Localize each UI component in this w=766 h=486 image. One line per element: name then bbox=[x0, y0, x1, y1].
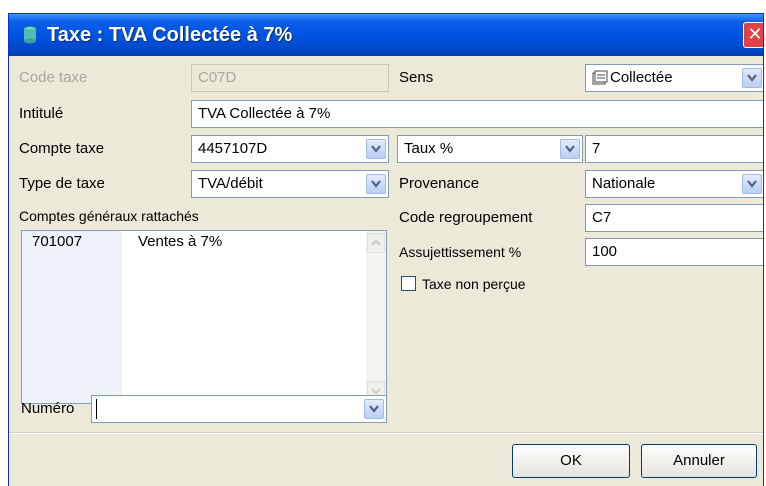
comptes-list[interactable]: 701007 Ventes à 7% bbox=[21, 230, 387, 404]
type-taxe-value: TVA/débit bbox=[198, 175, 263, 192]
provenance-label: Provenance bbox=[399, 175, 480, 192]
intitule-field[interactable]: TVA Collectée à 7% bbox=[191, 100, 763, 128]
intitule-label: Intitulé bbox=[19, 105, 64, 122]
code-taxe-label: Code taxe bbox=[19, 69, 88, 86]
numero-select[interactable] bbox=[91, 395, 387, 423]
assujettissement-field[interactable]: 100 bbox=[585, 238, 763, 266]
taux-select[interactable]: Taux % bbox=[397, 135, 583, 163]
intitule-value: TVA Collectée à 7% bbox=[198, 105, 331, 122]
taux-label: Taux % bbox=[404, 140, 454, 157]
compte-taxe-value: 4457107D bbox=[198, 140, 268, 157]
title-bar[interactable]: Taxe : TVA Collectée à 7% ✕ bbox=[9, 14, 763, 56]
taux-field[interactable]: 7 bbox=[585, 135, 763, 163]
taxe-non-percue-label: Taxe non perçue bbox=[422, 276, 526, 292]
taux-value: 7 bbox=[592, 140, 601, 157]
type-taxe-label: Type de taxe bbox=[19, 175, 105, 192]
code-regroupement-field[interactable]: C7 bbox=[585, 204, 763, 232]
numero-label: Numéro bbox=[21, 400, 75, 417]
ok-button[interactable]: OK bbox=[512, 444, 630, 478]
sens-select[interactable]: Collectée bbox=[585, 64, 763, 92]
sens-label: Sens bbox=[399, 69, 434, 86]
chevron-down-icon[interactable] bbox=[742, 174, 762, 194]
provenance-value: Nationale bbox=[592, 175, 656, 192]
code-taxe-field[interactable]: C07D bbox=[191, 64, 389, 92]
code-regroupement-label: Code regroupement bbox=[399, 209, 533, 226]
provenance-select[interactable]: Nationale bbox=[585, 170, 763, 198]
chevron-down-icon[interactable] bbox=[364, 399, 384, 419]
calendar-icon bbox=[592, 70, 608, 85]
annuler-button[interactable]: Annuler bbox=[641, 444, 757, 478]
scroll-up-icon[interactable] bbox=[367, 233, 385, 253]
code-regroupement-value: C7 bbox=[592, 209, 612, 226]
list-column-strip bbox=[22, 231, 122, 403]
window-title: Taxe : TVA Collectée à 7% bbox=[47, 24, 293, 46]
code-taxe-value: C07D bbox=[198, 69, 237, 86]
list-scrollbar[interactable] bbox=[366, 231, 386, 403]
compte-taxe-select[interactable]: 4457107D bbox=[191, 135, 389, 163]
assujettissement-label: Assujettissement % bbox=[399, 244, 522, 260]
comptes-label: Comptes généraux rattachés bbox=[19, 208, 199, 224]
divider bbox=[9, 433, 763, 434]
chevron-down-icon[interactable] bbox=[366, 139, 386, 159]
type-taxe-select[interactable]: TVA/débit bbox=[191, 170, 389, 198]
compte-intitule: Ventes à 7% bbox=[138, 233, 223, 250]
compte-numero: 701007 bbox=[32, 233, 83, 250]
app-icon bbox=[23, 26, 37, 44]
text-cursor bbox=[96, 399, 97, 419]
list-item[interactable]: 701007 Ventes à 7% bbox=[22, 231, 366, 255]
chevron-down-icon[interactable] bbox=[742, 68, 762, 88]
dialog-window: Taxe : TVA Collectée à 7% ✕ Code taxe C0… bbox=[8, 13, 764, 486]
sens-value: Collectée bbox=[610, 69, 673, 86]
close-icon[interactable]: ✕ bbox=[743, 22, 763, 48]
assujettissement-value: 100 bbox=[592, 243, 618, 260]
compte-taxe-label: Compte taxe bbox=[19, 140, 105, 157]
chevron-down-icon[interactable] bbox=[560, 139, 580, 159]
taxe-non-percue-checkbox[interactable] bbox=[401, 276, 416, 291]
chevron-down-icon[interactable] bbox=[366, 174, 386, 194]
